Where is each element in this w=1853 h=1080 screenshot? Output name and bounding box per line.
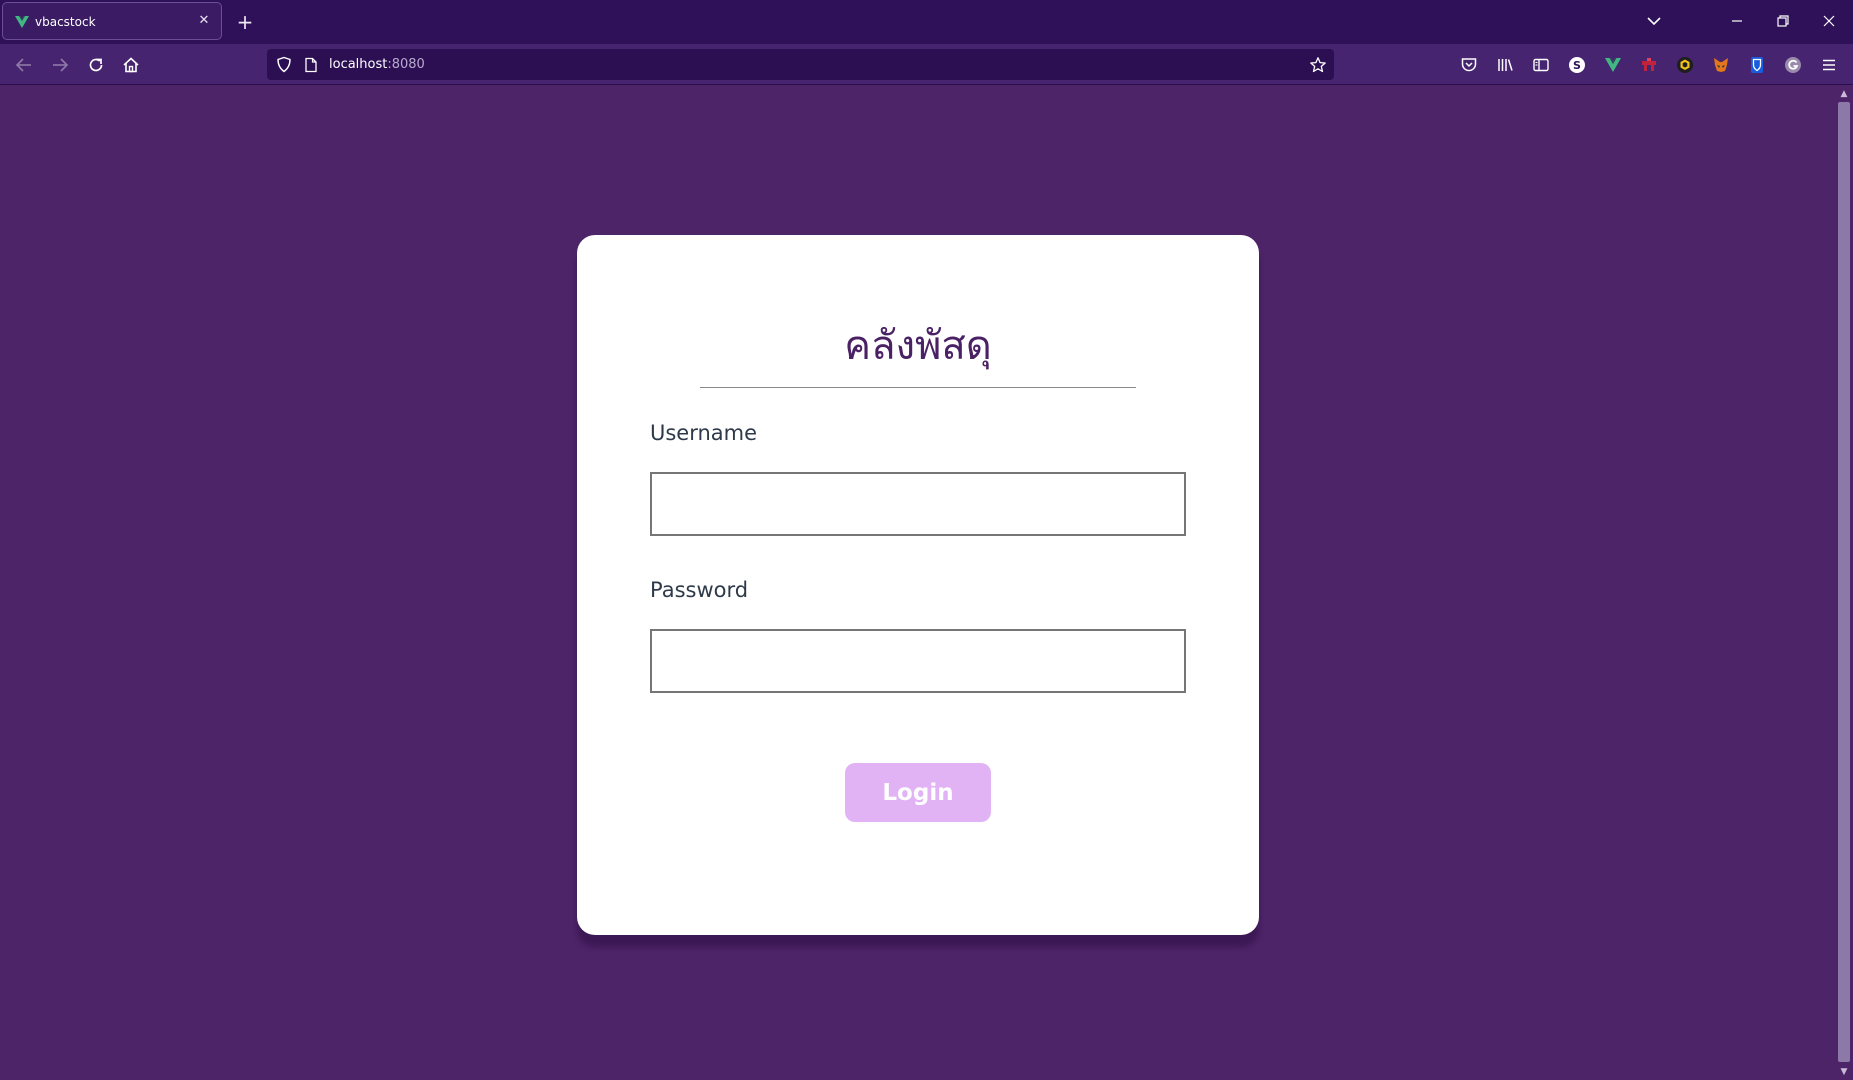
scrollbar-thumb[interactable] (1838, 102, 1850, 1062)
tab-title: vbacstock (35, 15, 96, 29)
password-label: Password (650, 578, 749, 602)
bitwarden-shield-icon[interactable] (1748, 56, 1766, 74)
extension-s-icon[interactable]: S (1568, 56, 1586, 74)
tab-close-icon[interactable]: ✕ (195, 12, 213, 30)
browser-tab[interactable]: vbacstock ✕ (2, 2, 222, 40)
metamask-fox-icon[interactable] (1712, 56, 1730, 74)
svg-text:S: S (1573, 59, 1581, 72)
home-icon[interactable] (121, 55, 141, 75)
url-bar[interactable]: localhost:8080 (267, 49, 1334, 80)
username-input[interactable] (650, 472, 1186, 536)
minimize-icon[interactable] (1728, 12, 1746, 30)
vue-logo-icon (15, 16, 29, 28)
page-scrollbar[interactable]: ▲ ▼ (1835, 86, 1853, 1080)
window-close-icon[interactable] (1820, 12, 1838, 30)
browser-navbar: localhost:8080 S (0, 44, 1853, 85)
grammarly-icon[interactable] (1784, 56, 1802, 74)
login-card: คลังพัสดุ Username Password Login (577, 235, 1259, 935)
password-input[interactable] (650, 629, 1186, 693)
back-arrow-icon[interactable] (14, 55, 34, 75)
sidebar-icon[interactable] (1532, 56, 1550, 74)
scroll-down-arrow-icon[interactable]: ▼ (1838, 1066, 1850, 1078)
library-icon[interactable] (1496, 56, 1514, 74)
extension-red-icon[interactable] (1640, 56, 1658, 74)
title-divider (700, 387, 1136, 388)
bookmark-star-icon[interactable] (1309, 56, 1327, 74)
login-button[interactable]: Login (845, 763, 991, 822)
menu-icon[interactable] (1820, 56, 1838, 74)
url-text[interactable]: localhost:8080 (329, 57, 425, 72)
url-host: localhost (329, 57, 388, 72)
page-info-icon[interactable] (304, 57, 318, 73)
reload-icon[interactable] (86, 55, 106, 75)
extension-cube-icon[interactable] (1676, 56, 1694, 74)
username-label: Username (650, 421, 758, 445)
url-port: :8080 (387, 57, 425, 72)
tracking-protection-shield-icon[interactable] (276, 56, 292, 73)
browser-tab-strip: vbacstock ✕ + (0, 0, 1853, 44)
restore-icon[interactable] (1774, 12, 1792, 30)
list-all-tabs-icon[interactable] (1645, 12, 1663, 30)
login-title: คลังพัสดุ (844, 323, 992, 369)
new-tab-button[interactable]: + (236, 11, 254, 33)
scroll-up-arrow-icon[interactable]: ▲ (1838, 88, 1850, 100)
forward-arrow-icon[interactable] (50, 55, 70, 75)
vue-devtools-icon[interactable] (1604, 56, 1622, 74)
pocket-icon[interactable] (1460, 56, 1478, 74)
